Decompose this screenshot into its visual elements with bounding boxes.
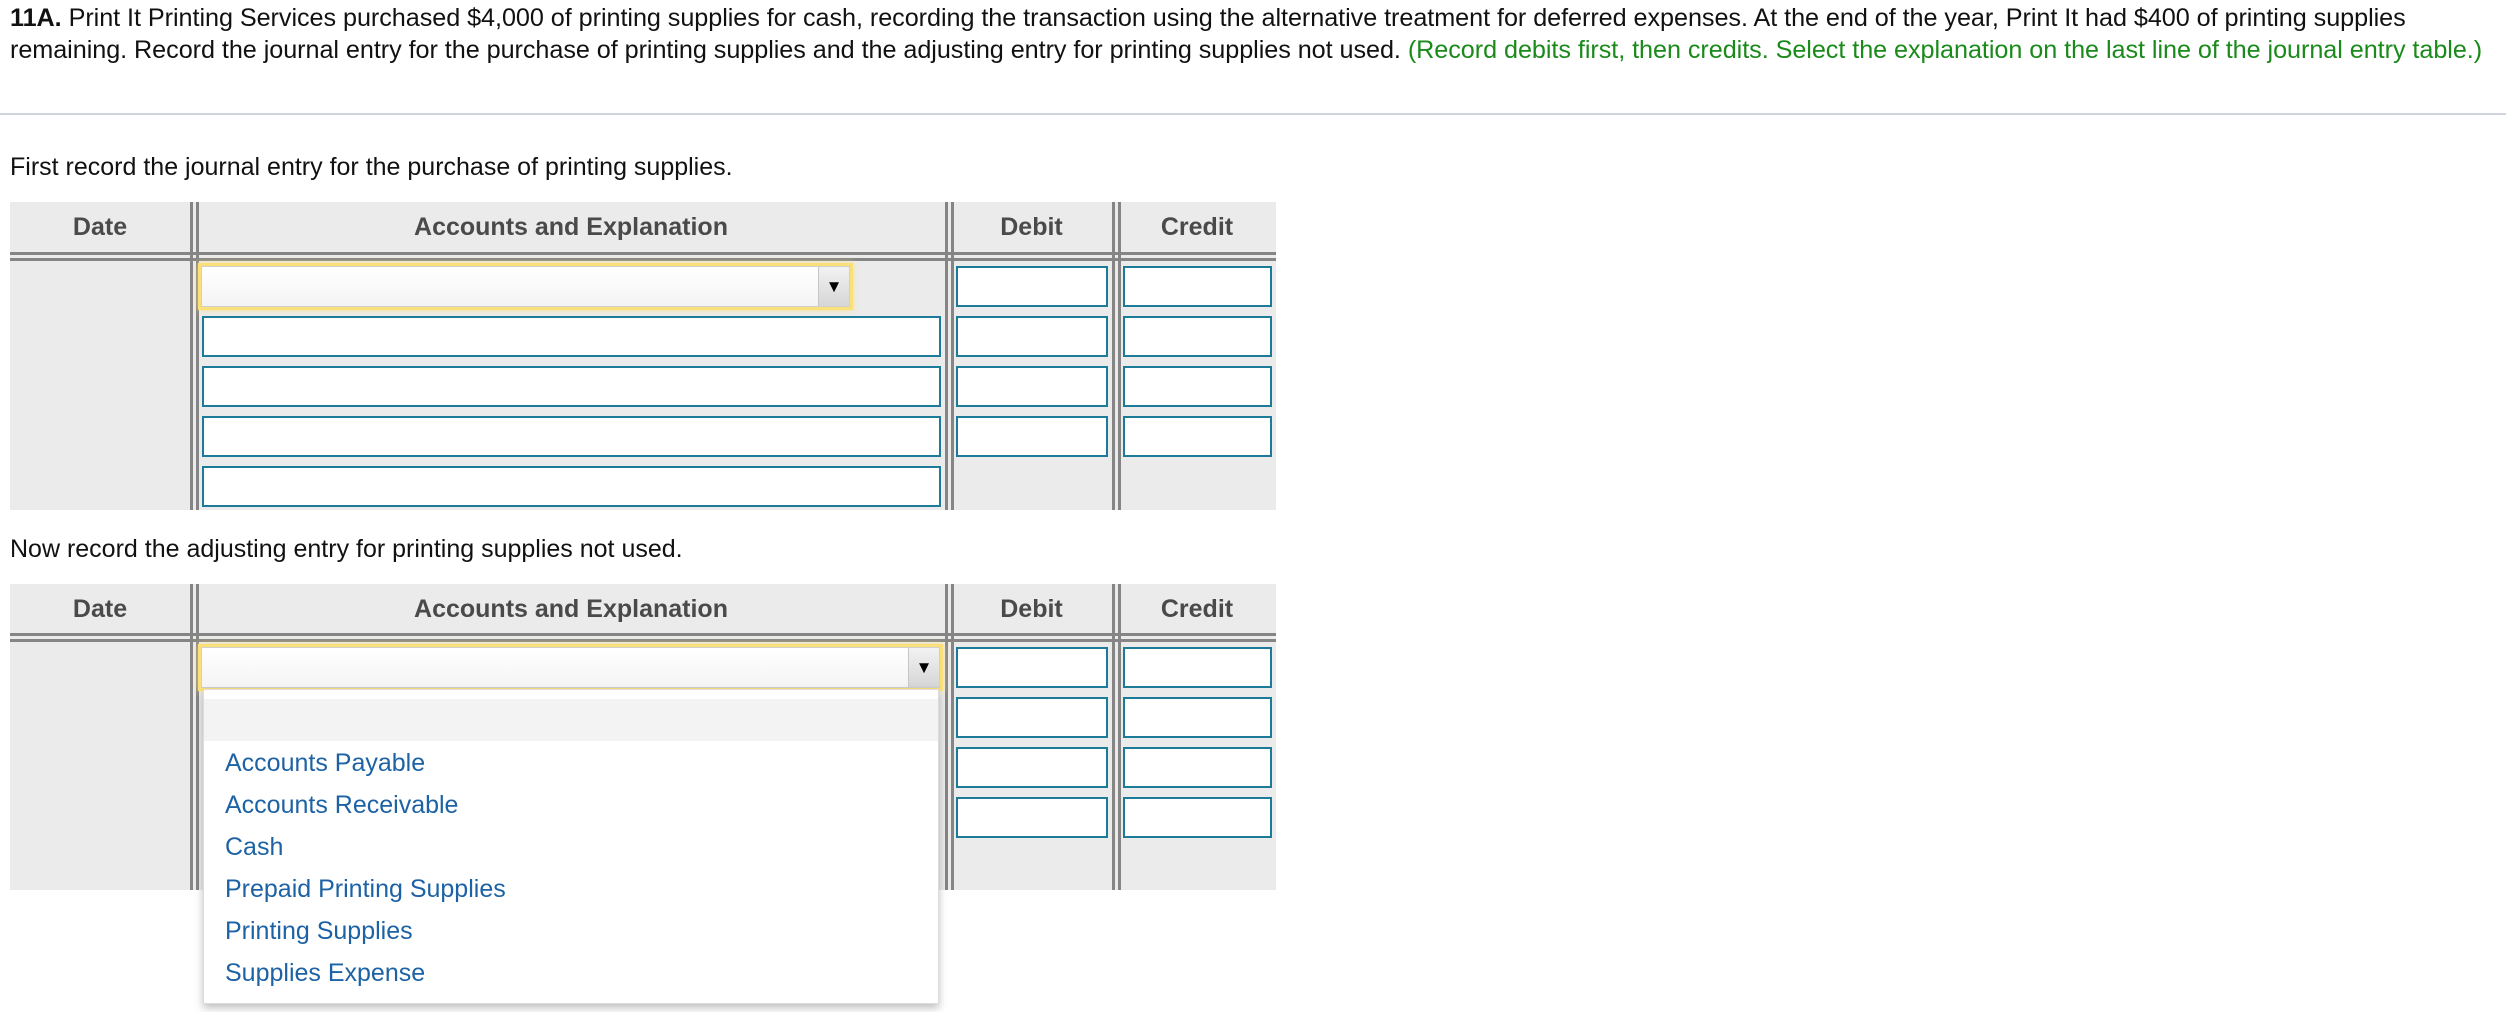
- divider: [0, 113, 2506, 115]
- credit-input[interactable]: [1123, 316, 1272, 357]
- column-divider: [196, 202, 199, 510]
- dropdown-option[interactable]: Printing Supplies: [225, 916, 413, 946]
- account-select[interactable]: ▼: [201, 266, 850, 307]
- question-text: 11A. Print It Printing Services purchase…: [10, 2, 2504, 66]
- debit-input[interactable]: [956, 697, 1108, 738]
- dropdown-option[interactable]: Accounts Payable: [225, 748, 425, 778]
- credit-input[interactable]: [1123, 697, 1272, 738]
- column-divider: [951, 202, 954, 510]
- debit-input[interactable]: [956, 366, 1108, 407]
- column-divider: [1118, 202, 1121, 510]
- column-divider: [196, 584, 199, 890]
- entry1-instruction: First record the journal entry for the p…: [10, 153, 733, 181]
- debit-input[interactable]: [956, 797, 1108, 838]
- dropdown-option[interactable]: Accounts Receivable: [225, 790, 458, 820]
- header-credit: Credit: [1160, 213, 1234, 241]
- column-divider: [951, 584, 954, 890]
- credit-input[interactable]: [1123, 647, 1272, 688]
- debit-input[interactable]: [956, 647, 1108, 688]
- header-debit: Debit: [1000, 213, 1063, 241]
- header-divider: [10, 258, 1276, 261]
- account-dropdown-list: Accounts Payable Accounts Receivable Cas…: [203, 689, 939, 1004]
- header-accounts: Accounts and Explanation: [414, 213, 728, 241]
- credit-input[interactable]: [1123, 747, 1272, 788]
- credit-input[interactable]: [1123, 266, 1272, 307]
- header-divider: [10, 639, 1276, 642]
- account-input[interactable]: [202, 316, 941, 357]
- credit-input[interactable]: [1123, 366, 1272, 407]
- explanation-input[interactable]: [202, 466, 941, 507]
- column-divider: [945, 202, 948, 510]
- debit-input[interactable]: [956, 266, 1108, 307]
- account-select[interactable]: ▼: [201, 647, 940, 688]
- account-input[interactable]: [202, 416, 941, 457]
- credit-input[interactable]: [1123, 797, 1272, 838]
- debit-input[interactable]: [956, 747, 1108, 788]
- header-debit: Debit: [1000, 595, 1063, 623]
- dropdown-option-blank[interactable]: [204, 699, 938, 741]
- question-number: 11A.: [10, 4, 62, 32]
- journal-table-purchase: Date Accounts and Explanation Debit Cred…: [10, 202, 1276, 510]
- question-hint: (Record debits first, then credits. Sele…: [1407, 36, 2483, 64]
- dropdown-option[interactable]: Cash: [225, 832, 283, 862]
- debit-input[interactable]: [956, 416, 1108, 457]
- credit-input[interactable]: [1123, 416, 1272, 457]
- chevron-down-icon[interactable]: ▼: [908, 648, 939, 687]
- dropdown-option[interactable]: Prepaid Printing Supplies: [225, 874, 506, 904]
- header-credit: Credit: [1160, 595, 1234, 623]
- chevron-down-icon[interactable]: ▼: [818, 267, 849, 306]
- column-divider: [945, 584, 948, 890]
- column-divider: [1112, 202, 1115, 510]
- header-divider: [10, 633, 1276, 636]
- header-date: Date: [72, 595, 128, 623]
- account-input[interactable]: [202, 366, 941, 407]
- entry2-instruction: Now record the adjusting entry for print…: [10, 535, 683, 563]
- dropdown-option[interactable]: Supplies Expense: [225, 958, 425, 988]
- header-accounts: Accounts and Explanation: [414, 595, 728, 623]
- column-divider: [1112, 584, 1115, 890]
- column-divider: [1118, 584, 1121, 890]
- header-date: Date: [72, 213, 128, 241]
- page: 11A. Print It Printing Services purchase…: [0, 0, 2506, 1012]
- column-divider: [190, 584, 193, 890]
- header-divider: [10, 252, 1276, 255]
- debit-input[interactable]: [956, 316, 1108, 357]
- column-divider: [190, 202, 193, 510]
